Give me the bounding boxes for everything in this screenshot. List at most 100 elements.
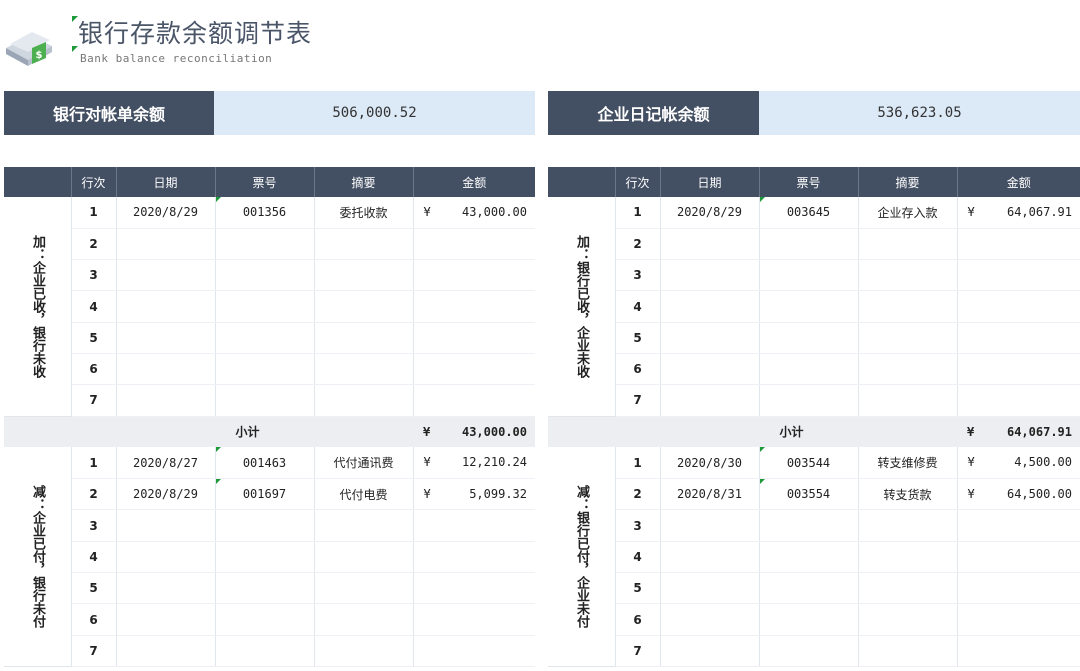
amount-cell[interactable] <box>413 290 535 323</box>
date-cell[interactable] <box>116 509 216 542</box>
date-cell[interactable] <box>116 259 216 292</box>
date-cell[interactable] <box>660 572 760 605</box>
ticket-cell[interactable] <box>759 384 859 417</box>
amount-cell[interactable] <box>413 384 535 417</box>
amount-cell[interactable]: ¥5,099.32 <box>413 478 535 511</box>
amount-cell[interactable] <box>413 509 535 542</box>
date-cell[interactable] <box>660 384 760 417</box>
date-cell[interactable] <box>660 228 760 261</box>
ticket-cell[interactable] <box>759 259 859 292</box>
date-cell[interactable] <box>116 353 216 386</box>
memo-cell[interactable] <box>314 635 414 667</box>
amount-cell[interactable] <box>413 353 535 386</box>
date-cell[interactable] <box>116 635 216 667</box>
amount-cell[interactable] <box>413 322 535 354</box>
date-cell[interactable]: 2020/8/29 <box>116 197 216 229</box>
memo-cell[interactable] <box>858 353 958 386</box>
ticket-cell[interactable] <box>215 228 315 261</box>
ticket-cell[interactable] <box>759 509 859 542</box>
company-balance-value[interactable]: 536,623.05 <box>759 91 1080 135</box>
amount-cell[interactable] <box>413 259 535 292</box>
date-cell[interactable] <box>660 541 760 574</box>
ticket-cell[interactable]: 003544 <box>759 447 859 480</box>
date-cell[interactable] <box>660 353 760 386</box>
ticket-cell[interactable] <box>215 635 315 667</box>
amount-cell[interactable] <box>413 635 535 667</box>
amount-cell[interactable] <box>413 541 535 574</box>
date-cell[interactable]: 2020/8/27 <box>116 447 216 480</box>
ticket-cell[interactable] <box>759 635 859 667</box>
date-cell[interactable]: 2020/8/31 <box>660 478 760 511</box>
amount-cell[interactable]: ¥43,000.00 <box>413 197 535 229</box>
memo-cell[interactable] <box>858 259 958 292</box>
memo-cell[interactable] <box>314 228 414 261</box>
memo-cell[interactable]: 代付电费 <box>314 478 414 511</box>
ticket-cell[interactable]: 001356 <box>215 197 315 229</box>
memo-cell[interactable] <box>314 322 414 354</box>
amount-cell[interactable] <box>957 541 1080 574</box>
ticket-cell[interactable] <box>215 541 315 574</box>
amount-cell[interactable] <box>957 572 1080 605</box>
memo-cell[interactable] <box>858 572 958 605</box>
date-cell[interactable] <box>116 603 216 636</box>
amount-cell[interactable]: ¥64,067.91 <box>957 197 1080 229</box>
memo-cell[interactable] <box>314 572 414 605</box>
memo-cell[interactable] <box>858 603 958 636</box>
amount-cell[interactable] <box>957 228 1080 261</box>
ticket-cell[interactable] <box>759 353 859 386</box>
memo-cell[interactable] <box>314 353 414 386</box>
memo-cell[interactable]: 转支货款 <box>858 478 958 511</box>
ticket-cell[interactable] <box>215 384 315 417</box>
date-cell[interactable] <box>660 509 760 542</box>
date-cell[interactable] <box>660 603 760 636</box>
memo-cell[interactable] <box>314 384 414 417</box>
ticket-cell[interactable] <box>215 353 315 386</box>
amount-cell[interactable] <box>957 384 1080 417</box>
bank-balance-value[interactable]: 506,000.52 <box>214 91 535 135</box>
memo-cell[interactable] <box>858 290 958 323</box>
amount-cell[interactable]: ¥64,500.00 <box>957 478 1080 511</box>
amount-cell[interactable] <box>957 509 1080 542</box>
amount-cell[interactable] <box>413 572 535 605</box>
ticket-cell[interactable] <box>759 603 859 636</box>
memo-cell[interactable]: 委托收款 <box>314 197 414 229</box>
amount-cell[interactable]: ¥4,500.00 <box>957 447 1080 480</box>
ticket-cell[interactable] <box>759 541 859 574</box>
memo-cell[interactable] <box>858 541 958 574</box>
memo-cell[interactable] <box>314 603 414 636</box>
ticket-cell[interactable]: 001463 <box>215 447 315 480</box>
ticket-cell[interactable] <box>215 572 315 605</box>
memo-cell[interactable] <box>858 228 958 261</box>
ticket-cell[interactable] <box>215 603 315 636</box>
date-cell[interactable] <box>660 259 760 292</box>
amount-cell[interactable]: ¥12,210.24 <box>413 447 535 480</box>
memo-cell[interactable] <box>858 635 958 667</box>
amount-cell[interactable] <box>413 228 535 261</box>
memo-cell[interactable] <box>858 384 958 417</box>
ticket-cell[interactable] <box>759 228 859 261</box>
memo-cell[interactable] <box>858 322 958 354</box>
amount-cell[interactable] <box>957 353 1080 386</box>
date-cell[interactable]: 2020/8/30 <box>660 447 760 480</box>
ticket-cell[interactable]: 003645 <box>759 197 859 229</box>
date-cell[interactable] <box>116 384 216 417</box>
ticket-cell[interactable]: 003554 <box>759 478 859 511</box>
ticket-cell[interactable] <box>215 290 315 323</box>
amount-cell[interactable] <box>957 635 1080 667</box>
date-cell[interactable] <box>660 290 760 323</box>
memo-cell[interactable] <box>314 290 414 323</box>
date-cell[interactable] <box>116 322 216 354</box>
date-cell[interactable] <box>660 635 760 667</box>
memo-cell[interactable]: 转支维修费 <box>858 447 958 480</box>
ticket-cell[interactable] <box>759 290 859 323</box>
date-cell[interactable] <box>116 228 216 261</box>
amount-cell[interactable] <box>957 290 1080 323</box>
amount-cell[interactable] <box>413 603 535 636</box>
ticket-cell[interactable] <box>215 259 315 292</box>
memo-cell[interactable] <box>858 509 958 542</box>
date-cell[interactable] <box>116 572 216 605</box>
date-cell[interactable] <box>116 290 216 323</box>
amount-cell[interactable] <box>957 322 1080 354</box>
ticket-cell[interactable] <box>759 572 859 605</box>
ticket-cell[interactable] <box>759 322 859 354</box>
